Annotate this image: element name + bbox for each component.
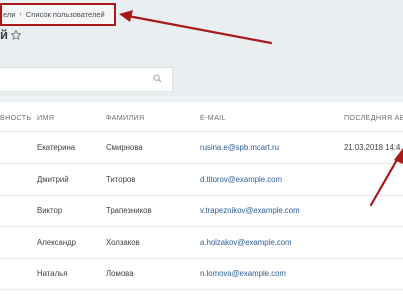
search-icon[interactable]: [153, 74, 162, 83]
breadcrumb: ели › Список пользователей: [0, 3, 116, 26]
users-table: ВНОСТЬ ИМЯ ФАМИЛИЯ E-MAIL ПОСЛЕДНЯЯ АВТ …: [0, 102, 403, 294]
cell-surname: Холзаков: [106, 238, 140, 247]
page-title: й: [0, 27, 8, 42]
star-outline-icon[interactable]: [10, 29, 22, 41]
table-row[interactable]: Виктор Трапезников v.trapeznikov@example…: [0, 195, 403, 227]
table-row[interactable]: Екатерина Смирнова rusina.e@spb.mcart.ru…: [0, 132, 403, 164]
column-header-surname[interactable]: ФАМИЛИЯ: [106, 113, 144, 122]
cell-name: Александр: [37, 238, 77, 247]
cell-last-login: 21.03.2018 14:4: [344, 143, 401, 152]
cell-surname: Ломова: [106, 269, 134, 278]
column-header-email[interactable]: E-MAIL: [200, 113, 226, 122]
table-row[interactable]: Наталья Ломова n.lomova@example.com: [0, 258, 403, 290]
cell-email[interactable]: v.trapeznikov@example.com: [200, 206, 300, 215]
column-header-name[interactable]: ИМЯ: [37, 113, 54, 122]
cell-email[interactable]: rusina.e@spb.mcart.ru: [200, 143, 279, 152]
cell-name: Виктор: [37, 206, 63, 215]
breadcrumb-current: Список пользователей: [25, 10, 105, 19]
cell-email[interactable]: n.lomova@example.com: [200, 269, 286, 278]
cell-name: Дмитрий: [37, 175, 69, 184]
search-field[interactable]: [0, 67, 173, 92]
table-header-row: ВНОСТЬ ИМЯ ФАМИЛИЯ E-MAIL ПОСЛЕДНЯЯ АВТ: [0, 102, 403, 132]
column-header-last-login[interactable]: ПОСЛЕДНЯЯ АВТ: [344, 113, 403, 122]
search-input[interactable]: [4, 71, 148, 90]
cell-surname: Трапезников: [106, 206, 152, 215]
cell-email[interactable]: a.holzakov@example.com: [200, 238, 292, 247]
cell-surname: Титоров: [106, 175, 136, 184]
cell-name: Екатерина: [37, 143, 76, 152]
column-header-activity[interactable]: ВНОСТЬ: [0, 113, 31, 122]
cell-email[interactable]: d.titorov@example.com: [200, 175, 282, 184]
breadcrumb-separator: ›: [19, 11, 22, 18]
breadcrumb-prev-link[interactable]: ели: [3, 10, 16, 19]
table-row[interactable]: Александр Холзаков a.holzakov@example.co…: [0, 227, 403, 259]
cell-name: Наталья: [37, 269, 68, 278]
table-row[interactable]: Дмитрий Титоров d.titorov@example.com: [0, 164, 403, 196]
cell-surname: Смирнова: [106, 143, 143, 152]
